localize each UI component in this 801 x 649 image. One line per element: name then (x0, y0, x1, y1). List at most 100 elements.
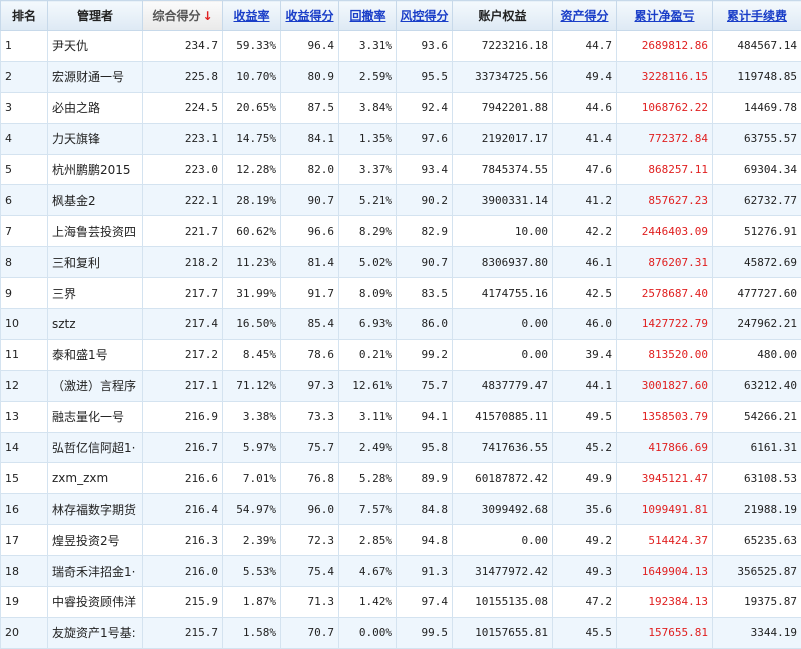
cell-drawdown-rate: 2.59% (339, 61, 397, 92)
header-asset-score[interactable]: 资产得分 (553, 1, 617, 31)
cell-asset-score: 49.5 (553, 401, 617, 432)
cell-return-score: 97.3 (281, 370, 339, 401)
header-composite-score[interactable]: 综合得分↓ (143, 1, 223, 31)
cell-return-rate: 20.65% (223, 92, 281, 123)
cell-composite-score: 216.3 (143, 525, 223, 556)
cell-drawdown-rate: 4.67% (339, 556, 397, 587)
cell-account-equity: 0.00 (453, 339, 553, 370)
header-drawdown-rate[interactable]: 回撤率 (339, 1, 397, 31)
table-row: 18瑞奇禾沣招金1·216.05.53%75.44.67%91.33147797… (1, 556, 801, 587)
header-rank: 排名 (1, 1, 48, 31)
table-row: 4力天旗锋223.114.75%84.11.35%97.62192017.174… (1, 123, 801, 154)
cell-risk-score: 95.8 (397, 432, 453, 463)
cell-return-rate: 31.99% (223, 278, 281, 309)
cell-return-rate: 5.53% (223, 556, 281, 587)
cell-rank: 3 (1, 92, 48, 123)
cell-net-pnl: 1358503.79 (617, 401, 713, 432)
cell-account-equity: 4837779.47 (453, 370, 553, 401)
cell-asset-score: 35.6 (553, 494, 617, 525)
cell-fees: 21988.19 (713, 494, 801, 525)
cell-rank: 17 (1, 525, 48, 556)
cell-composite-score: 216.0 (143, 556, 223, 587)
cell-risk-score: 93.6 (397, 31, 453, 62)
cell-risk-score: 90.7 (397, 247, 453, 278)
cell-rank: 5 (1, 154, 48, 185)
cell-account-equity: 7417636.55 (453, 432, 553, 463)
cell-risk-score: 94.1 (397, 401, 453, 432)
cell-return-rate: 8.45% (223, 339, 281, 370)
table-row: 19中睿投资顾伟洋215.91.87%71.31.42%97.410155135… (1, 587, 801, 618)
cell-fees: 3344.19 (713, 617, 801, 648)
cell-drawdown-rate: 6.93% (339, 309, 397, 340)
cell-account-equity: 7845374.55 (453, 154, 553, 185)
cell-account-equity: 7942201.88 (453, 92, 553, 123)
cell-net-pnl: 876207.31 (617, 247, 713, 278)
table-row: 9三界217.731.99%91.78.09%83.54174755.1642.… (1, 278, 801, 309)
arrow-down-icon: ↓ (202, 9, 212, 23)
header-row: 排名 管理者 综合得分↓ 收益率 收益得分 回撤率 风控得分 账户权益 资产得分… (1, 1, 801, 31)
cell-rank: 12 (1, 370, 48, 401)
cell-rank: 9 (1, 278, 48, 309)
cell-fees: 63755.57 (713, 123, 801, 154)
header-fees[interactable]: 累计手续费 (713, 1, 801, 31)
cell-drawdown-rate: 8.09% (339, 278, 397, 309)
cell-asset-score: 47.6 (553, 154, 617, 185)
cell-return-rate: 59.33% (223, 31, 281, 62)
cell-manager: 宏源财通一号 (48, 61, 143, 92)
header-return-score[interactable]: 收益得分 (281, 1, 339, 31)
cell-account-equity: 3099492.68 (453, 494, 553, 525)
cell-return-score: 96.0 (281, 494, 339, 525)
cell-rank: 15 (1, 463, 48, 494)
cell-asset-score: 46.1 (553, 247, 617, 278)
cell-drawdown-rate: 3.11% (339, 401, 397, 432)
cell-net-pnl: 1649904.13 (617, 556, 713, 587)
cell-rank: 8 (1, 247, 48, 278)
cell-drawdown-rate: 5.02% (339, 247, 397, 278)
cell-return-rate: 14.75% (223, 123, 281, 154)
cell-rank: 19 (1, 587, 48, 618)
cell-risk-score: 91.3 (397, 556, 453, 587)
cell-asset-score: 45.2 (553, 432, 617, 463)
cell-asset-score: 44.6 (553, 92, 617, 123)
cell-rank: 11 (1, 339, 48, 370)
cell-return-score: 90.7 (281, 185, 339, 216)
cell-net-pnl: 772372.84 (617, 123, 713, 154)
cell-account-equity: 10155135.08 (453, 587, 553, 618)
cell-composite-score: 222.1 (143, 185, 223, 216)
header-net-pnl[interactable]: 累计净盈亏 (617, 1, 713, 31)
cell-manager: 杭州鹏鹏2015 (48, 154, 143, 185)
table-row: 8三和复利218.211.23%81.45.02%90.78306937.804… (1, 247, 801, 278)
cell-account-equity: 33734725.56 (453, 61, 553, 92)
cell-asset-score: 39.4 (553, 339, 617, 370)
cell-composite-score: 224.5 (143, 92, 223, 123)
cell-account-equity: 31477972.42 (453, 556, 553, 587)
cell-fees: 477727.60 (713, 278, 801, 309)
cell-return-rate: 16.50% (223, 309, 281, 340)
cell-rank: 1 (1, 31, 48, 62)
cell-return-score: 78.6 (281, 339, 339, 370)
table-row: 17煌昱投资2号216.32.39%72.32.85%94.80.0049.25… (1, 525, 801, 556)
cell-net-pnl: 868257.11 (617, 154, 713, 185)
cell-risk-score: 90.2 (397, 185, 453, 216)
cell-risk-score: 93.4 (397, 154, 453, 185)
cell-drawdown-rate: 1.42% (339, 587, 397, 618)
cell-drawdown-rate: 12.61% (339, 370, 397, 401)
cell-drawdown-rate: 1.35% (339, 123, 397, 154)
cell-rank: 16 (1, 494, 48, 525)
cell-net-pnl: 1099491.81 (617, 494, 713, 525)
cell-composite-score: 217.1 (143, 370, 223, 401)
cell-asset-score: 49.9 (553, 463, 617, 494)
cell-return-rate: 28.19% (223, 185, 281, 216)
cell-net-pnl: 157655.81 (617, 617, 713, 648)
cell-return-rate: 3.38% (223, 401, 281, 432)
cell-manager: 力天旗锋 (48, 123, 143, 154)
cell-drawdown-rate: 5.28% (339, 463, 397, 494)
cell-manager: 瑞奇禾沣招金1· (48, 556, 143, 587)
cell-net-pnl: 3228116.15 (617, 61, 713, 92)
header-risk-score[interactable]: 风控得分 (397, 1, 453, 31)
cell-account-equity: 2192017.17 (453, 123, 553, 154)
table-row: 3必由之路224.520.65%87.53.84%92.47942201.884… (1, 92, 801, 123)
header-return-rate[interactable]: 收益率 (223, 1, 281, 31)
cell-manager: （激进）言程序 (48, 370, 143, 401)
cell-fees: 45872.69 (713, 247, 801, 278)
